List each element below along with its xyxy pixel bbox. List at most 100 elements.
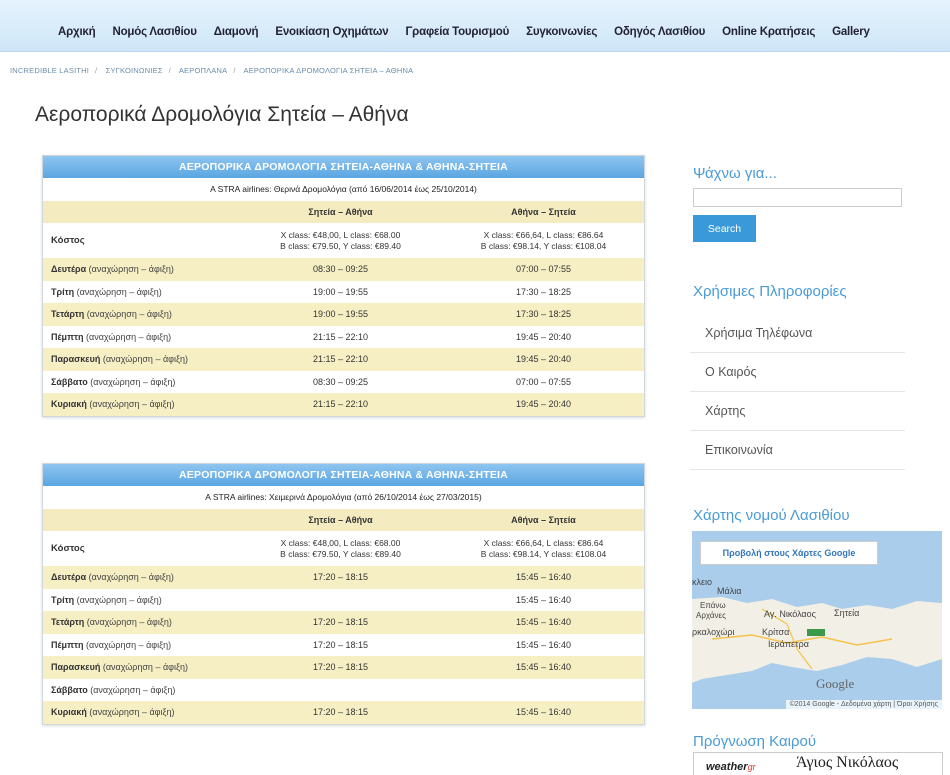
- day-note: (αναχώρηση – άφιξη): [90, 684, 176, 695]
- breadcrumb: INCREDIBLE LASITHI / ΣΥΓΚΟΙΝΩΝΙΕΣ / ΑΕΡΟΠΛ…: [10, 66, 413, 75]
- weather-city: Άγιος Νικόλαος: [796, 754, 899, 771]
- nav-item-guide[interactable]: Οδηγός Λασιθίου: [614, 26, 705, 38]
- top-navigation: Αρχική Νομός Λασιθίου Διαμονή Ενοικίαση …: [0, 0, 950, 52]
- time-athens-sitia: [443, 678, 644, 701]
- day-note: (αναχώρηση – άφιξη): [86, 309, 172, 320]
- table-header-empty: [43, 508, 238, 531]
- day-cell: Σάββατο (αναχώρηση – άφιξη): [43, 370, 238, 393]
- table-row: Παρασκευή (αναχώρηση – άφιξη) 21:15 – 22:…: [43, 348, 644, 371]
- map-copyright[interactable]: ©2014 Google - Δεδομένα χάρτη | Όροι Χρή…: [785, 700, 942, 709]
- day-name: Πέμπτη: [51, 639, 84, 650]
- map-open-google-button[interactable]: Προβολή στους Χάρτες Google: [700, 541, 878, 565]
- info-item-phones[interactable]: Χρήσιμα Τηλέφωνα: [690, 314, 905, 353]
- day-name: Δευτέρα: [51, 264, 87, 275]
- time-sitia-athens: 19:00 – 19:55: [238, 303, 443, 326]
- day-note: (αναχώρηση – άφιξη): [89, 399, 175, 410]
- day-name: Κυριακή: [51, 707, 87, 718]
- cost-cell: X class: €66,64, L class: €86.64 B class:…: [443, 223, 644, 258]
- table-header-col1: Σητεία – Αθήνα: [238, 200, 443, 223]
- day-note: (αναχώρηση – άφιξη): [88, 264, 174, 275]
- time-sitia-athens: 17:20 – 18:15: [238, 611, 443, 634]
- time-sitia-athens: [238, 678, 443, 701]
- cost-line: X class: €48,00, L class: €68.00: [280, 537, 401, 548]
- time-athens-sitia: 15:45 – 16:40: [443, 633, 644, 656]
- breadcrumb-item[interactable]: ΑΕΡΟΠΛΑΝΑ: [179, 66, 228, 75]
- table-row: Κυριακή (αναχώρηση – άφιξη) 21:15 – 22:10…: [43, 393, 644, 416]
- day-cell: Δευτέρα (αναχώρηση – άφιξη): [43, 258, 238, 281]
- day-cell: Κυριακή (αναχώρηση – άφιξη): [43, 701, 238, 724]
- breadcrumb-item[interactable]: ΣΥΓΚΟΙΝΩΝΙΕΣ: [106, 66, 163, 75]
- day-cell: Τετάρτη (αναχώρηση – άφιξη): [43, 611, 238, 634]
- map-label: Μάλια: [717, 586, 742, 596]
- day-name: Σάββατο: [51, 684, 88, 695]
- table-title: ΑΕΡΟΠΟΡΙΚΑ ΔΡΟΜΟΛΟΓΙΑ ΣΗΤΕΙΑ-ΑΘΗΝΑ & ΑΘΗ…: [43, 464, 644, 486]
- day-name: Δευτέρα: [51, 572, 87, 583]
- weather-heading: Πρόγνωση Καιρού: [693, 733, 817, 750]
- day-cell: Πέμπτη (αναχώρηση – άφιξη): [43, 633, 238, 656]
- map-label: Σητεία: [834, 608, 860, 618]
- day-cell: Κυριακή (αναχώρηση – άφιξη): [43, 393, 238, 416]
- day-cell: Δευτέρα (αναχώρηση – άφιξη): [43, 566, 238, 589]
- info-item-contact[interactable]: Επικοινωνία: [690, 431, 905, 470]
- nav-item-car-rental[interactable]: Ενοικίαση Οχημάτων: [275, 26, 388, 38]
- nav-item-gallery[interactable]: Gallery: [832, 26, 870, 38]
- weather-widget[interactable]: weathergr Άγιος Νικόλαος: [693, 752, 943, 775]
- table-subtitle: A STRA airlines: Χειμερινά Δρομολόγια (α…: [43, 486, 644, 509]
- search-input[interactable]: [693, 188, 902, 207]
- time-sitia-athens: 21:15 – 22:10: [238, 325, 443, 348]
- day-name: Τετάρτη: [51, 617, 85, 628]
- time-athens-sitia: 19:45 – 20:40: [443, 393, 644, 416]
- day-note: (αναχώρηση – άφιξη): [89, 707, 175, 718]
- time-sitia-athens: 08:30 – 09:25: [238, 370, 443, 393]
- breadcrumb-item[interactable]: INCREDIBLE LASITHI: [10, 66, 89, 75]
- table-header-col1: Σητεία – Αθήνα: [238, 508, 443, 531]
- nav-item-home[interactable]: Αρχική: [58, 26, 96, 38]
- info-item-weather[interactable]: Ο Καιρός: [690, 353, 905, 392]
- cost-line: B class: €98.14, Y class: €108.04: [480, 240, 607, 251]
- map-label: κλειο: [692, 577, 713, 587]
- table-row: Τρίτη (αναχώρηση – άφιξη) 15:45 – 16:40: [43, 588, 644, 611]
- day-note: (αναχώρηση – άφιξη): [102, 354, 189, 365]
- cost-label: Κόστος: [43, 531, 238, 566]
- time-athens-sitia: 19:45 – 20:40: [443, 325, 644, 348]
- day-note: (αναχώρηση – άφιξη): [86, 617, 172, 628]
- nav-item-lasithi[interactable]: Νομός Λασιθίου: [112, 26, 196, 38]
- info-heading: Χρήσιμες Πληροφορίες: [693, 283, 847, 300]
- weather-logo: weathergr: [706, 761, 756, 773]
- time-sitia-athens: [238, 588, 443, 611]
- nav-item-travel-agencies[interactable]: Γραφεία Τουρισμού: [405, 26, 509, 38]
- table-header-empty: [43, 200, 238, 223]
- table-row: Κυριακή (αναχώρηση – άφιξη) 17:20 – 18:15…: [43, 701, 644, 724]
- day-name: Κυριακή: [51, 399, 87, 410]
- time-athens-sitia: 07:00 – 07:55: [443, 370, 644, 393]
- weather-brand-suffix: gr: [747, 762, 756, 772]
- table-header-col2: Αθήνα – Σητεία: [443, 508, 644, 531]
- nav-item-online-booking[interactable]: Online Κρατήσεις: [722, 26, 815, 38]
- table-row: Δευτέρα (αναχώρηση – άφιξη) 08:30 – 09:25…: [43, 258, 644, 281]
- nav-item-accommodation[interactable]: Διαμονή: [214, 26, 259, 38]
- breadcrumb-separator: /: [168, 66, 171, 75]
- cost-line: X class: €66,64, L class: €86.64: [483, 229, 604, 240]
- time-athens-sitia: 15:45 – 16:40: [443, 611, 644, 634]
- table-title: ΑΕΡΟΠΟΡΙΚΑ ΔΡΟΜΟΛΟΓΙΑ ΣΗΤΕΙΑ-ΑΘΗΝΑ & ΑΘΗ…: [43, 156, 644, 178]
- search-button[interactable]: Search: [693, 215, 756, 242]
- map-label: Κρίτσα: [762, 627, 790, 637]
- breadcrumb-separator: /: [233, 66, 236, 75]
- map-widget[interactable]: Προβολή στους Χάρτες Google κλειο Μάλια …: [692, 531, 942, 709]
- day-note: (αναχώρηση – άφιξη): [86, 639, 172, 650]
- map-label: Αρχάνες: [696, 611, 726, 620]
- search-heading: Ψάχνω για...: [693, 165, 777, 182]
- day-note: (αναχώρηση – άφιξη): [102, 662, 189, 673]
- cost-line: B class: €79.50, Y class: €89.40: [280, 548, 401, 559]
- time-sitia-athens: 17:20 – 18:15: [238, 633, 443, 656]
- breadcrumb-current: ΑΕΡΟΠΟΡΙΚΑ ΔΡΟΜΟΛΟΓΙΑ ΣΗΤΕΙΑ – ΑΘΗΝΑ: [243, 66, 414, 75]
- time-sitia-athens: 08:30 – 09:25: [238, 258, 443, 281]
- map-label: Αγ. Νικόλαος: [764, 609, 816, 619]
- summer-schedule-table: ΑΕΡΟΠΟΡΙΚΑ ΔΡΟΜΟΛΟΓΙΑ ΣΗΤΕΙΑ-ΑΘΗΝΑ & ΑΘΗ…: [42, 155, 645, 417]
- time-sitia-athens: 19:00 – 19:55: [238, 280, 443, 303]
- page-title: Αεροπορικά Δρομολόγια Σητεία – Αθήνα: [35, 103, 409, 126]
- nav-item-transport[interactable]: Συγκοινωνίες: [526, 26, 597, 38]
- info-item-map[interactable]: Χάρτης: [690, 392, 905, 431]
- time-athens-sitia: 15:45 – 16:40: [443, 566, 644, 589]
- table-row: Τρίτη (αναχώρηση – άφιξη) 19:00 – 19:55 17…: [43, 280, 644, 303]
